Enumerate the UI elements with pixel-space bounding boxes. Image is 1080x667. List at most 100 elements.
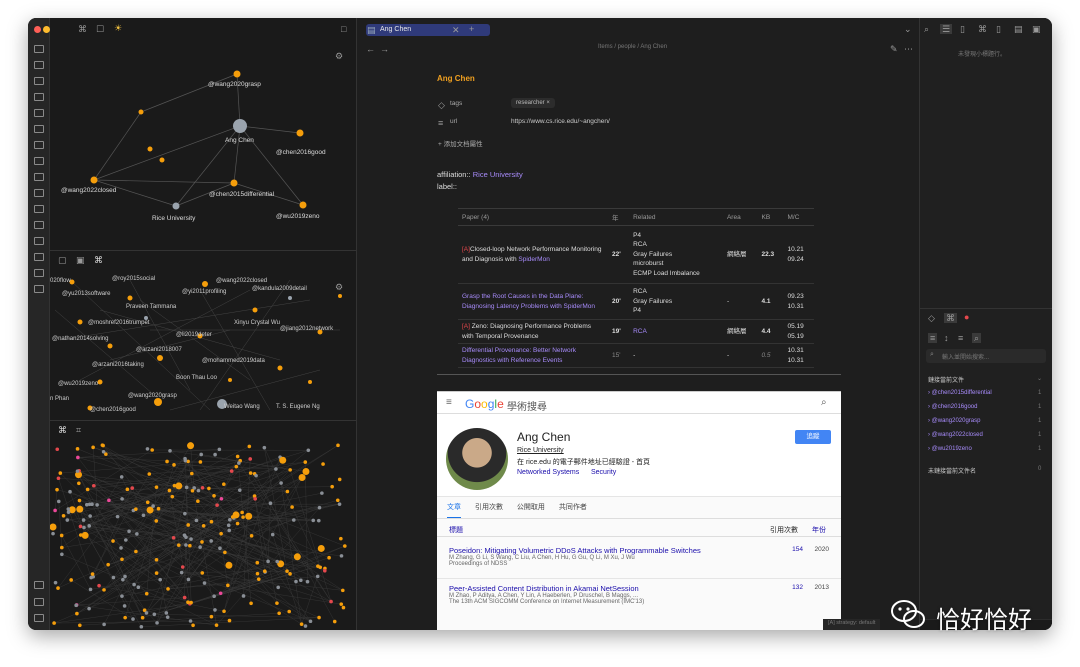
- global-graph-dense[interactable]: [50, 442, 357, 630]
- prop-url-value[interactable]: https://www.cs.rice.edu/~angchen/: [511, 118, 610, 125]
- close-dot[interactable]: [34, 26, 41, 33]
- calendar-icon[interactable]: ▣: [76, 255, 85, 265]
- graph-node: [339, 536, 343, 541]
- list-view-icon[interactable]: ≡: [928, 333, 938, 343]
- paper-cell[interactable]: [A] Zeno: Diagnosing Performance Problem…: [458, 319, 608, 344]
- graph-node: [190, 488, 195, 493]
- bookmark-icon[interactable]: ☐: [96, 24, 104, 34]
- ribbon-icon-3[interactable]: [34, 77, 44, 85]
- pin-icon[interactable]: ●: [964, 312, 969, 322]
- interest-link[interactable]: Security: [591, 469, 616, 476]
- ribbon-icon-9[interactable]: [34, 173, 44, 181]
- ribbon-icon-6[interactable]: [34, 125, 44, 133]
- ribbon-icon-13[interactable]: [34, 237, 44, 245]
- sun-icon[interactable]: ☀: [114, 23, 122, 33]
- forward-icon[interactable]: →: [380, 44, 389, 54]
- graph-node: [152, 612, 157, 617]
- ribbon-icon-8[interactable]: [34, 157, 44, 165]
- backlink-search-input[interactable]: ⌕ 輸入並開始搜索...: [926, 349, 1046, 363]
- ribbon-icon-2[interactable]: [34, 61, 44, 69]
- search-icon[interactable]: ⌕: [821, 398, 827, 408]
- backlink-item[interactable]: › @wang2022closed: [928, 432, 983, 438]
- tag-pill[interactable]: researcher ×: [511, 98, 555, 108]
- chevron-down-icon[interactable]: ⌄: [904, 24, 912, 34]
- outline-icon[interactable]: ☰: [940, 24, 953, 34]
- collapse-icon[interactable]: ≡: [958, 333, 963, 343]
- backlink-item[interactable]: › @wang2020grasp: [928, 418, 980, 424]
- article-venue: The 13th ACM SIGCOMM Conference on Inter…: [449, 599, 645, 605]
- paper-cell[interactable]: [A]Closed-loop Network Performance Monit…: [458, 225, 608, 284]
- interest-link[interactable]: Networked Systems: [517, 469, 579, 476]
- affiliation-link[interactable]: Rice University: [473, 170, 523, 179]
- panel-icon[interactable]: ▣: [1032, 24, 1041, 34]
- backlink-item[interactable]: › @chen2015differential: [928, 390, 992, 396]
- collapse-chevron-icon[interactable]: ⌄: [1037, 375, 1042, 382]
- author-affiliation[interactable]: Rice University: [517, 447, 564, 454]
- ribbon-icon-7[interactable]: [34, 141, 44, 149]
- ribbon-icon-11[interactable]: [34, 205, 44, 213]
- col-title[interactable]: 標題: [449, 525, 463, 535]
- follow-button[interactable]: 追蹤: [795, 430, 831, 444]
- local-graph[interactable]: @wang2020grasp Ang Chen @chen2016good @w…: [50, 40, 357, 270]
- archive-icon[interactable]: ▤: [1014, 24, 1023, 34]
- backlinks-icon[interactable]: ⌘: [944, 313, 957, 323]
- file-icon[interactable]: ▯: [960, 24, 965, 34]
- graph-tab-icon-2[interactable]: ⌘: [58, 425, 67, 435]
- folder-icon[interactable]: ▢: [58, 255, 67, 265]
- more-icon[interactable]: ⋯: [904, 44, 913, 54]
- search-toggle-icon[interactable]: ⌕: [972, 333, 982, 343]
- graph-alt-icon[interactable]: ⌗: [76, 425, 81, 435]
- article-title[interactable]: Peer-Assisted Content Distribution in Ak…: [449, 584, 829, 593]
- backlink-item[interactable]: › @wu2019zeno: [928, 446, 972, 452]
- tab-articles[interactable]: 文章: [447, 502, 461, 519]
- back-icon[interactable]: ←: [366, 44, 375, 54]
- tag-icon[interactable]: ◇: [928, 313, 935, 323]
- ribbon-icon-1[interactable]: [34, 45, 44, 53]
- sort-icon[interactable]: ↕: [944, 333, 949, 343]
- col-area: Area: [722, 208, 758, 226]
- add-property-button[interactable]: + 添加文档屬性: [438, 138, 483, 148]
- col-cites[interactable]: 引用次數: [770, 525, 798, 535]
- vault-icon[interactable]: [34, 614, 44, 622]
- article-cites[interactable]: 154: [792, 546, 803, 553]
- page-icon[interactable]: ▯: [996, 24, 1001, 34]
- graph-node: [55, 487, 59, 492]
- link-icon[interactable]: ⌘: [978, 24, 987, 34]
- graph-node: [320, 491, 324, 495]
- graph-view-icon[interactable]: ⌘: [78, 24, 87, 34]
- sidebar-toggle-icon[interactable]: □: [341, 24, 346, 34]
- tab-citations[interactable]: 引用次數: [475, 502, 503, 517]
- search-icon[interactable]: ⌕: [924, 24, 929, 34]
- tab-coauthors[interactable]: 共同作者: [559, 502, 587, 517]
- area-cell: -: [722, 343, 758, 368]
- graph-tab-icon[interactable]: ⌘: [94, 255, 103, 265]
- paper-cell[interactable]: Differential Provenance: Better Network …: [458, 343, 608, 368]
- label-line: label::: [437, 182, 458, 191]
- graph-node: [248, 457, 253, 461]
- tab-open-access[interactable]: 公開取用: [517, 502, 545, 517]
- minimize-dot[interactable]: [43, 26, 50, 33]
- graph-node: [182, 533, 187, 538]
- global-graph-mid[interactable]: 020flow @roy2015social @wang2022closed @…: [50, 270, 357, 420]
- article-title[interactable]: Poseidon: Mitigating Volumetric DDoS Att…: [449, 546, 829, 555]
- new-tab-icon[interactable]: +: [469, 24, 474, 34]
- ribbon-icon-12[interactable]: [34, 221, 44, 229]
- ribbon-icon-15[interactable]: [34, 269, 44, 277]
- status-bar: [A] strategy: default: [823, 619, 881, 630]
- ribbon-icon-10[interactable]: [34, 189, 44, 197]
- ribbon-icon-5[interactable]: [34, 109, 44, 117]
- help-icon[interactable]: [34, 581, 44, 589]
- edit-icon[interactable]: ✎: [890, 44, 898, 54]
- tab-close-icon[interactable]: ✕: [452, 25, 460, 35]
- hamburger-icon[interactable]: ≡: [446, 398, 452, 408]
- backlink-item[interactable]: › @chen2016good: [928, 404, 977, 410]
- article-cites[interactable]: 132: [792, 584, 803, 591]
- ribbon-icon-4[interactable]: [34, 93, 44, 101]
- paper-cell[interactable]: Grasp the Root Causes in the Data Plane:…: [458, 283, 608, 320]
- graph-settings-icon-2[interactable]: ⚙: [335, 282, 343, 292]
- editor-pane: Ang Chen ▤ ✕ + ⌄ ← → Items / people / An…: [358, 18, 918, 630]
- col-year-header[interactable]: 年份: [812, 525, 826, 535]
- settings-icon[interactable]: [34, 598, 44, 606]
- ribbon-icon-16[interactable]: [34, 285, 44, 293]
- ribbon-icon-14[interactable]: [34, 253, 44, 261]
